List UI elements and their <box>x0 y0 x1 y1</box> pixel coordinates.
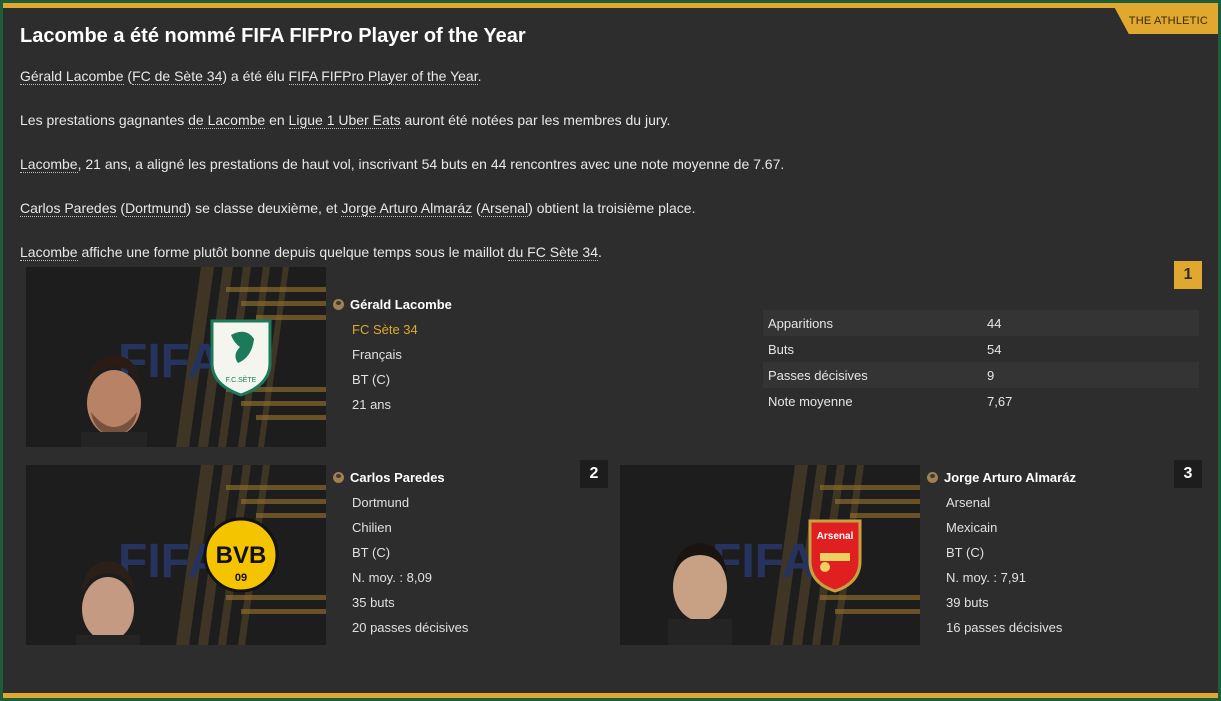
person-icon <box>333 472 344 483</box>
third-assists: 16 passes décisives <box>946 620 1063 635</box>
third-banner: FIFA Arsenal <box>620 465 920 645</box>
runner-up-image[interactable]: FIFA BVB 09 <box>26 465 326 645</box>
paragraph-4: Carlos Paredes (Dortmund) se classe deux… <box>20 200 696 217</box>
fc-sete-badge-icon: F.C.SÈTE <box>210 319 272 397</box>
winner-name[interactable]: Gérald Lacombe <box>333 297 452 312</box>
third-player-link[interactable]: Jorge Arturo Almaráz <box>341 200 473 217</box>
third-nationality: Mexicain <box>946 520 998 535</box>
third-position: BT (C) <box>946 545 985 560</box>
second-player-link[interactable]: Carlos Paredes <box>20 200 117 217</box>
player-link[interactable]: de Lacombe <box>188 112 266 129</box>
runner-up-rating: N. moy. : 8,09 <box>352 570 432 585</box>
league-link[interactable]: Ligue 1 Uber Eats <box>288 112 401 129</box>
source-tag: THE ATHLETIC <box>1114 8 1218 34</box>
winner-nationality: Français <box>352 347 402 362</box>
fifa-banner-text: FIFA <box>118 335 222 388</box>
person-icon <box>333 299 344 310</box>
runner-up-club[interactable]: Dortmund <box>352 495 409 510</box>
svg-text:FIFA: FIFA <box>712 535 816 588</box>
third-name[interactable]: Jorge Arturo Almaráz <box>927 470 1076 485</box>
third-image[interactable]: FIFA Arsenal <box>620 465 920 645</box>
stat-row: Passes décisives 9 <box>763 362 1199 388</box>
rank-badge-3: 3 <box>1174 460 1202 488</box>
runner-up-assists: 20 passes décisives <box>352 620 469 635</box>
stat-row: Apparitions 44 <box>763 310 1199 336</box>
paragraph-3: Lacombe, 21 ans, a aligné les prestation… <box>20 156 785 173</box>
bvb-badge-icon: BVB 09 <box>203 517 279 593</box>
winner-stats-table: Apparitions 44 Buts 54 Passes décisives 9 N… <box>763 310 1199 414</box>
third-goals: 39 buts <box>946 595 989 610</box>
club-link[interactable]: FC de Sète 34 <box>132 68 223 85</box>
stat-row: Note moyenne 7,67 <box>768 393 1013 409</box>
runner-up-banner: FIFA BVB 09 <box>26 465 326 645</box>
winner-position: BT (C) <box>352 372 391 387</box>
winner-image[interactable]: FIFA F.C.SÈTE <box>26 267 326 447</box>
svg-text:09: 09 <box>235 572 247 584</box>
svg-text:BVB: BVB <box>216 542 267 569</box>
third-rating: N. moy. : 7,91 <box>946 570 1026 585</box>
club-link[interactable]: du FC Sète 34 <box>507 244 598 261</box>
player-link[interactable]: Gérald Lacombe <box>20 68 124 85</box>
third-club[interactable]: Arsenal <box>946 495 990 510</box>
player-link[interactable]: Lacombe <box>20 156 78 173</box>
runner-up-name[interactable]: Carlos Paredes <box>333 470 445 485</box>
news-article: THE ATHLETIC Lacombe a été nommé FIFA FI… <box>3 3 1218 698</box>
club-link[interactable]: Arsenal <box>480 200 529 217</box>
article-headline: Lacombe a été nommé FIFA FIFPro Player o… <box>20 25 526 47</box>
arsenal-badge-icon: Arsenal <box>808 519 862 593</box>
player-link[interactable]: Lacombe <box>20 244 78 261</box>
paragraph-5: Lacombe affiche une forme plutôt bonne d… <box>20 244 602 261</box>
winner-club[interactable]: FC Sète 34 <box>352 322 418 337</box>
winner-age: 21 ans <box>352 397 392 412</box>
rank-badge-1: 1 <box>1174 261 1202 289</box>
svg-text:Arsenal: Arsenal <box>817 531 854 542</box>
award-link[interactable]: FIFA FIFPro Player of the Year <box>288 68 478 85</box>
person-icon <box>927 472 938 483</box>
stat-row: Buts 54 <box>768 341 1002 357</box>
player-face <box>668 543 732 645</box>
club-link[interactable]: Dortmund <box>125 200 187 217</box>
runner-up-goals: 35 buts <box>352 595 395 610</box>
runner-up-nationality: Chilien <box>352 520 392 535</box>
runner-up-position: BT (C) <box>352 545 391 560</box>
paragraph-1: Gérald Lacombe (FC de Sète 34) a été élu… <box>20 68 482 85</box>
winner-banner: FIFA F.C.SÈTE <box>26 267 326 447</box>
paragraph-2: Les prestations gagnantes de Lacombe en … <box>20 112 671 129</box>
rank-badge-2: 2 <box>580 460 608 488</box>
svg-text:F.C.SÈTE: F.C.SÈTE <box>226 375 257 384</box>
